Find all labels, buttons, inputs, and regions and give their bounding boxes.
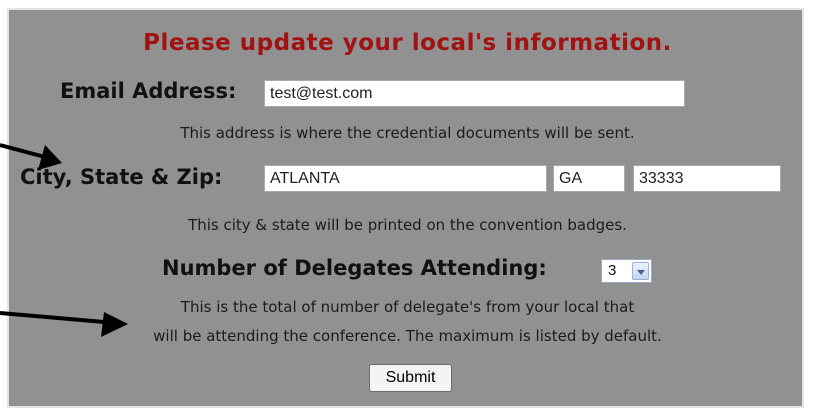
arrow-to-city-state-zip-head	[38, 145, 62, 170]
annotation-arrows	[0, 143, 128, 337]
arrow-to-city-state-zip-line	[0, 143, 46, 159]
arrow-to-delegates-note-line	[0, 311, 105, 324]
arrow-to-delegates-note-head	[101, 312, 128, 337]
